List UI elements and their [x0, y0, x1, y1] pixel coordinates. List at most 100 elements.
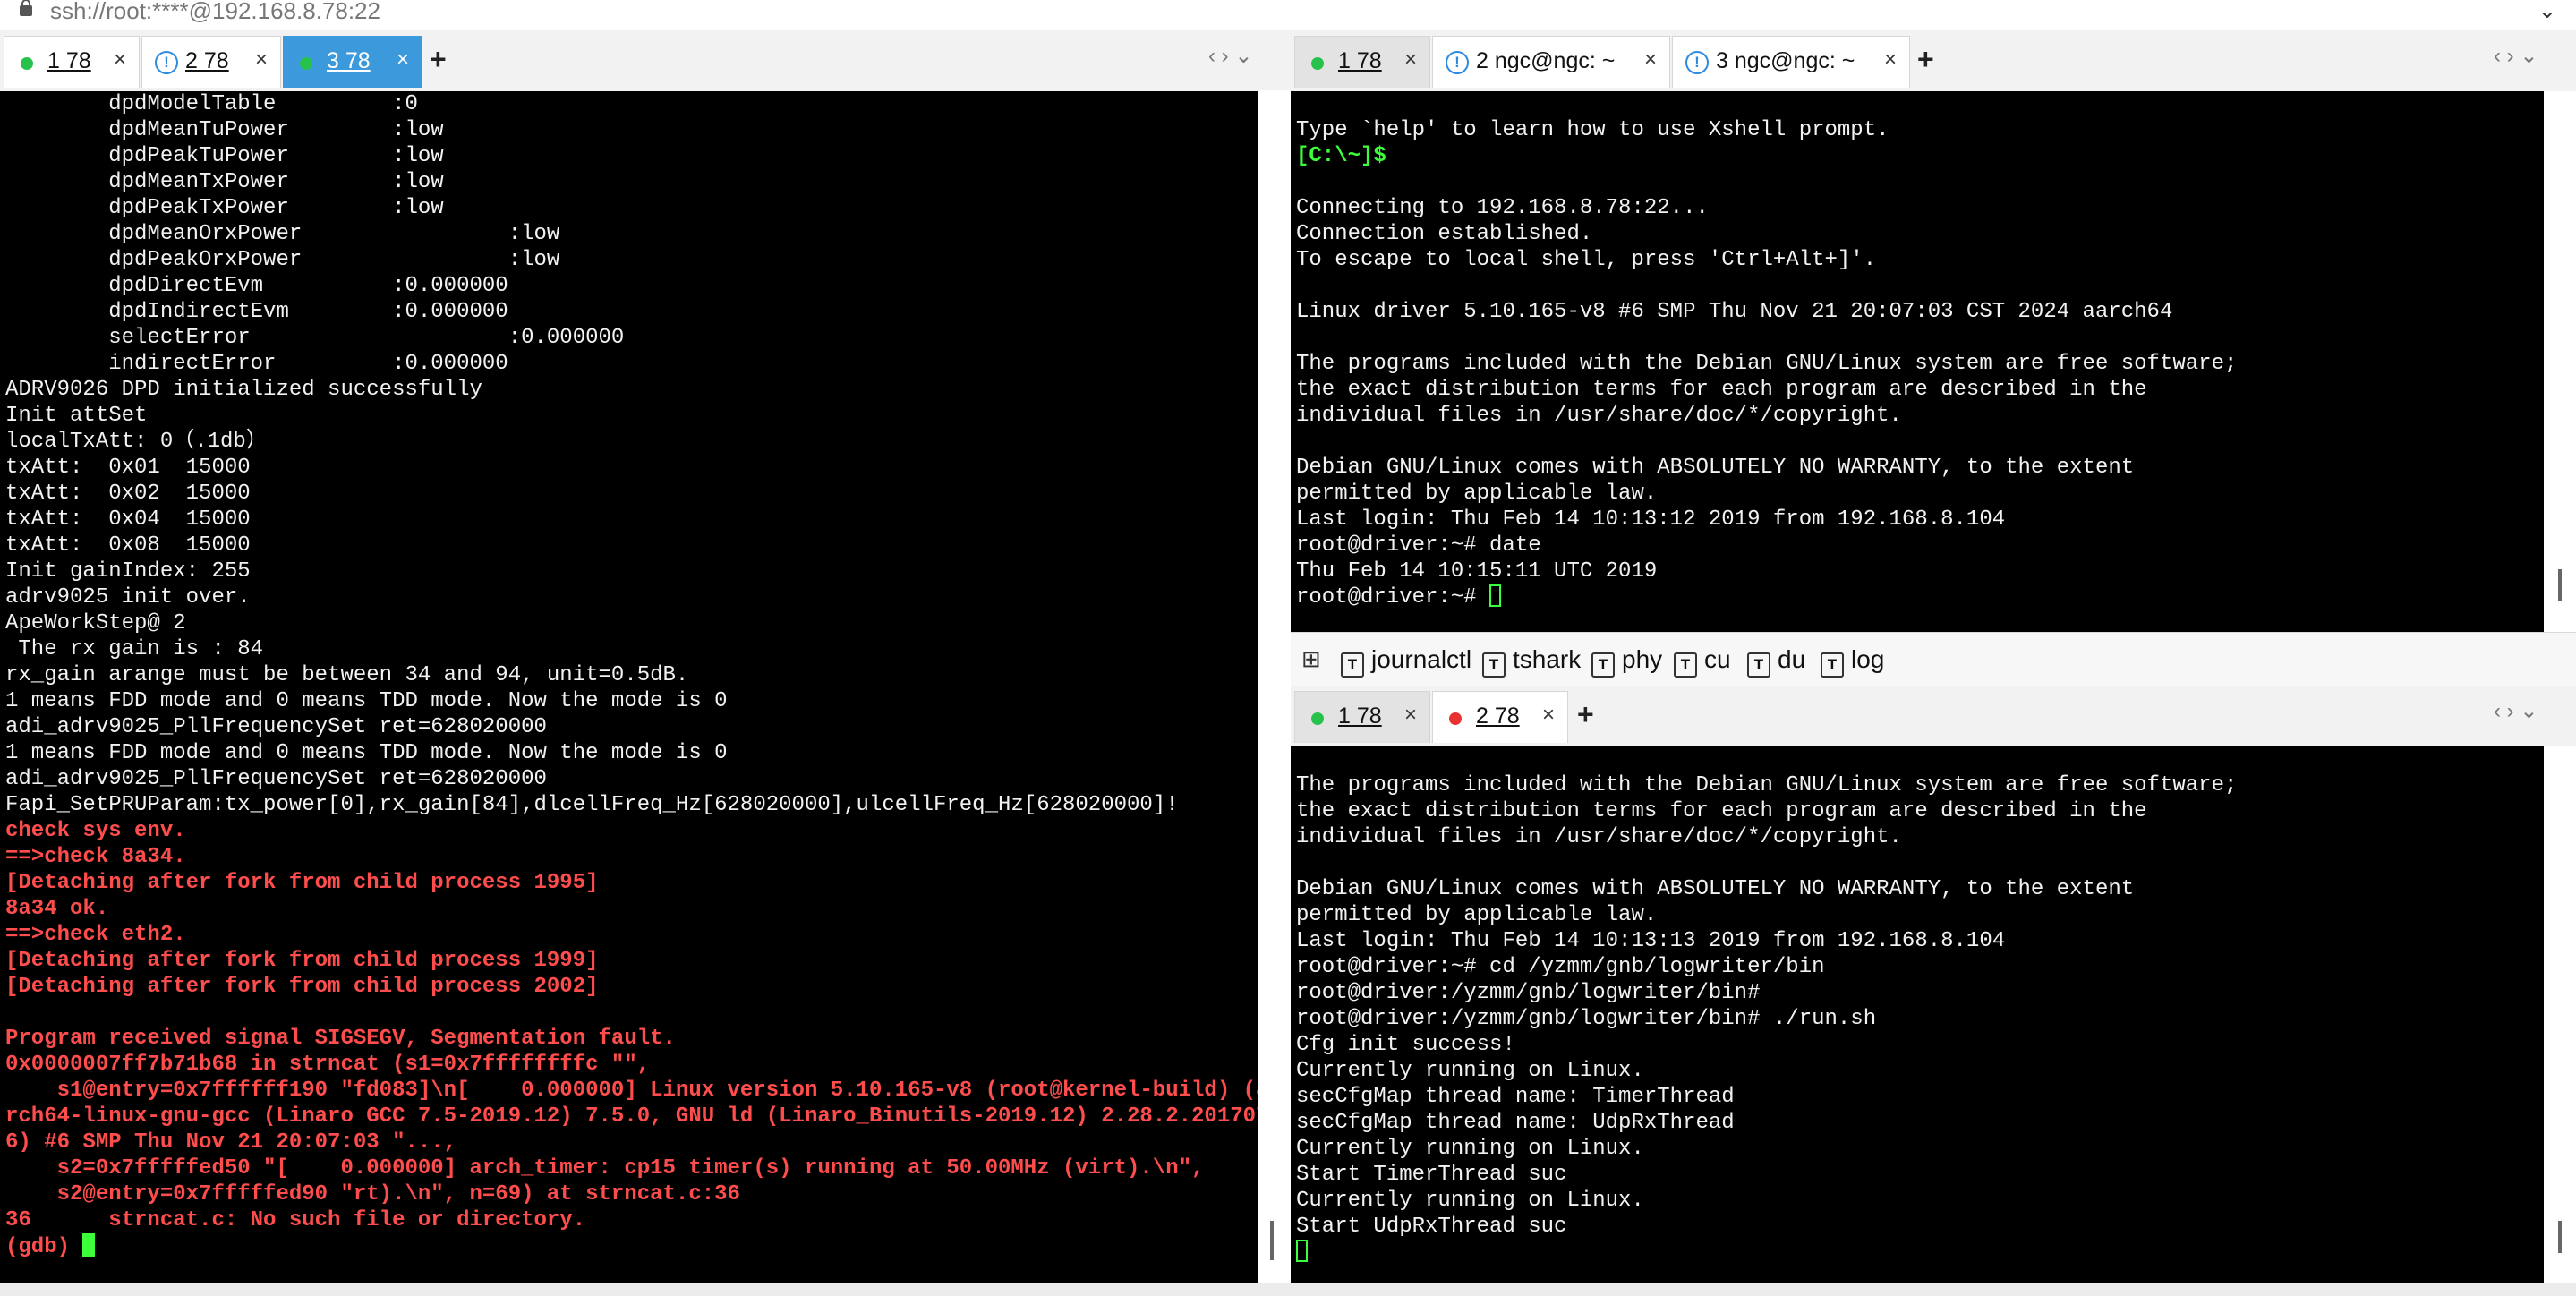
terminal-line: Connecting to 192.168.8.78:22... — [1296, 196, 1709, 220]
terminal-line: s2@entry=0x7fffffed90 "rt).\n", n=69) at… — [5, 1182, 740, 1206]
tab-label: 1 78 — [1338, 48, 1382, 73]
terminal-line: ==>check eth2. — [5, 923, 186, 947]
lock-icon — [20, 0, 32, 16]
tab-nav-arrows[interactable]: ‹ › ⌄ — [1208, 43, 1252, 69]
terminal-line: Last login: Thu Feb 14 10:13:12 2019 fro… — [1296, 507, 2006, 532]
terminal-line: secCfgMap thread name: UdpRxThread — [1296, 1111, 1735, 1135]
close-icon[interactable]: × — [1884, 47, 1897, 72]
right-bottom-terminal[interactable]: The programs included with the Debian GN… — [1291, 746, 2544, 1283]
text-icon: T — [1482, 652, 1506, 678]
terminal-line: secCfgMap thread name: TimerThread — [1296, 1085, 1735, 1109]
terminal-line: selectError :0.000000 — [5, 326, 625, 350]
terminal-line: s1@entry=0x7ffffff190 "fd083]\n[ 0.00000… — [5, 1079, 1258, 1103]
terminal-line: Start UdpRxThread suc — [1296, 1215, 1567, 1239]
terminal-line: Linux driver 5.10.165-v8 #6 SMP Thu Nov … — [1296, 300, 2173, 324]
add-tab-button[interactable]: + — [430, 43, 447, 76]
status-green-icon — [300, 57, 312, 70]
gdb-prompt: (gdb) — [5, 1235, 83, 1259]
close-icon[interactable]: × — [1542, 703, 1555, 728]
shell-prompt-line[interactable]: root@driver:~# — [1296, 584, 2544, 610]
terminal-line: the exact distribution terms for each pr… — [1296, 378, 2147, 402]
terminal-line: 1 means FDD mode and 0 means TDD mode. N… — [5, 741, 728, 765]
close-icon[interactable]: × — [1404, 47, 1417, 72]
terminal-line: Type `help' to learn how to use Xshell p… — [1296, 118, 1889, 142]
terminal-line: adrv9025 init over. — [5, 585, 251, 610]
terminal-line: Currently running on Linux. — [1296, 1059, 1644, 1083]
terminal-output: The programs included with the Debian GN… — [1296, 746, 2544, 1240]
right-top-scrollbar[interactable] — [2544, 91, 2576, 632]
terminal-line: dpdIndirectEvm :0.000000 — [5, 300, 508, 324]
terminal-error-output: check sys env. ==>check 8a34. [Detaching a… — [5, 818, 1258, 1233]
terminal-line: txAtt: 0x02 15000 — [5, 482, 251, 506]
terminal-line: rx_gain arange must be between 34 and 94… — [5, 663, 689, 687]
quick-command-log[interactable]: Tlog — [1821, 645, 1884, 678]
quick-command-journalctl[interactable]: Tjournalctl — [1341, 645, 1471, 678]
terminal-line: Init gainIndex: 255 — [5, 559, 251, 584]
tab-left-1[interactable]: 1 78 × — [4, 36, 140, 88]
left-scrollbar[interactable] — [1258, 91, 1285, 1283]
close-icon[interactable]: × — [1404, 703, 1417, 728]
right-top-tab-bar: 1 78 × ! 2 ngc@ngc: ~ × ! 3 ngc@ngc: ~ ×… — [1291, 30, 2576, 92]
cursor-line[interactable] — [1296, 1240, 2544, 1266]
terminal-line: localTxAtt: 0（.1db） — [5, 430, 268, 454]
text-icon: T — [1341, 652, 1364, 678]
terminal-line: 6) #6 SMP Thu Nov 21 20:07:03 "..., — [5, 1130, 457, 1155]
terminal-line: dpdPeakTuPower :low — [5, 144, 444, 168]
terminal-line: permitted by applicable law. — [1296, 903, 1658, 927]
terminal-line: dpdPeakOrxPower :low — [5, 248, 560, 272]
status-green-icon — [1311, 712, 1324, 725]
tab-right-bottom-2[interactable]: 2 78 × — [1432, 691, 1568, 743]
terminal-line: s2=0x7fffffed50 "[ 0.000000] arch_timer:… — [5, 1156, 1205, 1181]
quick-command-tshark[interactable]: Ttshark — [1482, 645, 1581, 678]
tab-right-top-3[interactable]: ! 3 ngc@ngc: ~ × — [1672, 36, 1910, 88]
status-strip — [0, 1283, 2576, 1296]
tab-nav-arrows[interactable]: ‹ › ⌄ — [2494, 43, 2538, 69]
address-bar: ssh://root:****@192.168.8.78:22 ⌄ — [0, 0, 2576, 31]
terminal-line: check sys env. — [5, 819, 186, 843]
terminal-line: dpdPeakTxPower :low — [5, 196, 444, 220]
terminal-line: ==>check 8a34. — [5, 845, 186, 869]
terminal-line: 0x0000007ff7b71b68 in strncat (s1=0x7fff… — [5, 1053, 651, 1077]
terminal-line: [Detaching after fork from child process… — [5, 871, 599, 895]
gdb-prompt-line[interactable]: (gdb) — [5, 1233, 1258, 1260]
close-icon[interactable]: × — [397, 47, 409, 72]
terminal-line: ADRV9026 DPD initialized successfully — [5, 378, 482, 402]
quick-command-phy[interactable]: Tphy — [1591, 645, 1662, 678]
close-icon[interactable]: × — [255, 47, 268, 72]
tab-left-3[interactable]: 3 78 × — [283, 36, 422, 88]
right-bottom-scrollbar[interactable] — [2544, 746, 2576, 1283]
quick-command-du[interactable]: Tdu — [1747, 645, 1805, 678]
terminal-line: The programs included with the Debian GN… — [1296, 352, 2238, 376]
terminal-line: txAtt: 0x08 15000 — [5, 533, 251, 558]
add-tab-button[interactable]: + — [1577, 698, 1594, 731]
close-icon[interactable]: × — [1644, 47, 1657, 72]
terminal-line: Init attSet — [5, 404, 148, 428]
tab-right-top-2[interactable]: ! 2 ngc@ngc: ~ × — [1432, 36, 1670, 88]
chevron-down-icon[interactable]: ⌄ — [2538, 0, 2556, 24]
terminal-line: 8a34 ok. — [5, 897, 109, 921]
info-icon: ! — [155, 51, 178, 74]
add-tab-button[interactable]: + — [1917, 43, 1934, 76]
tab-left-2[interactable]: ! 2 78 × — [141, 36, 281, 88]
status-green-icon — [21, 57, 33, 70]
terminal-line: Debian GNU/Linux comes with ABSOLUTELY N… — [1296, 456, 2135, 480]
tab-right-top-1[interactable]: 1 78 × — [1294, 36, 1430, 88]
left-terminal[interactable]: dpdModelTable :0 dpdMeanTuPower :low dpd… — [0, 91, 1258, 1283]
grid-icon[interactable]: ⊞ — [1301, 645, 1326, 672]
tab-label: 3 78 — [327, 48, 371, 73]
terminal-line: adi_adrv9025_PllFrequencySet ret=6280200… — [5, 767, 547, 791]
terminal-line: 1 means FDD mode and 0 means TDD mode. N… — [5, 689, 728, 713]
terminal-output: Type `help' to learn how to use Xshell p… — [1296, 91, 2544, 584]
terminal-line: [C:\~]$ — [1296, 144, 1386, 168]
tab-right-bottom-1[interactable]: 1 78 × — [1294, 691, 1430, 743]
tab-nav-arrows[interactable]: ‹ › ⌄ — [2494, 698, 2538, 724]
close-icon[interactable]: × — [114, 47, 126, 72]
quick-command-cu[interactable]: Tcu — [1674, 645, 1731, 678]
right-top-terminal[interactable]: Type `help' to learn how to use Xshell p… — [1291, 91, 2544, 632]
info-icon: ! — [1446, 51, 1469, 74]
terminal-line: dpdDirectEvm :0.000000 — [5, 274, 508, 298]
